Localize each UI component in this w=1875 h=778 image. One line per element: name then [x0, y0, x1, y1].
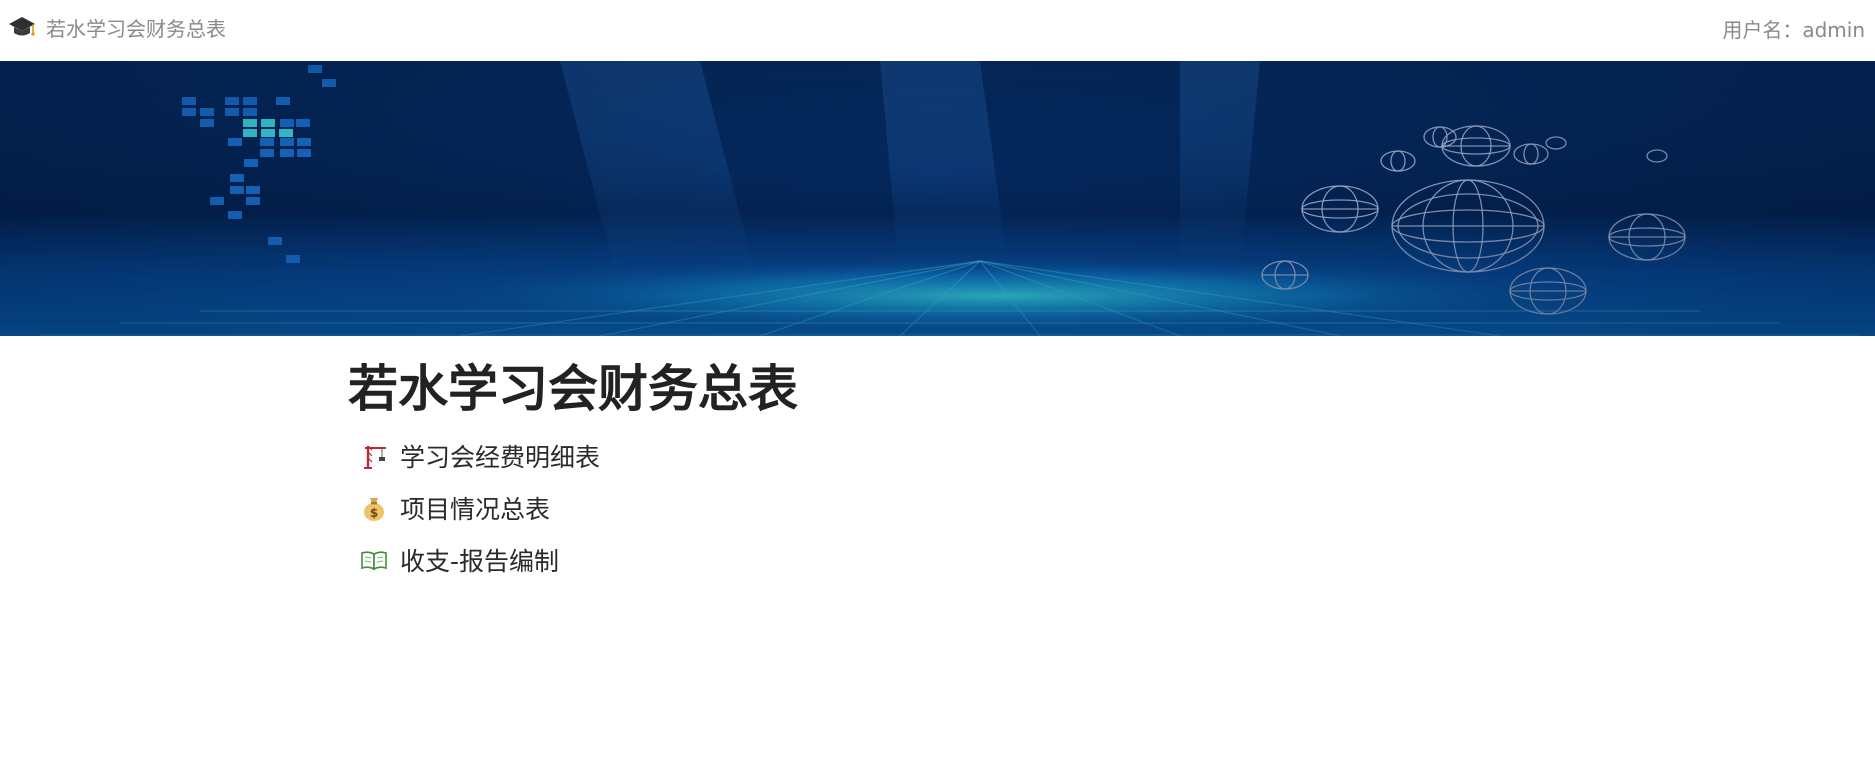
app-title: 若水学习会财务总表 [46, 16, 226, 41]
app-brand[interactable]: 若水学习会财务总表 [8, 12, 226, 42]
svg-text:$: $ [370, 506, 378, 520]
link-label: 项目情况总表 [400, 495, 551, 524]
user-name-label: 用户名：admin [1722, 18, 1865, 42]
link-list: 学习会经费明细表 $ 项目情况总表 收支-报告编制 [348, 430, 1348, 586]
top-bar: 若水学习会财务总表 用户名：admin [0, 0, 1875, 61]
page-title: 若水学习会财务总表 [348, 360, 798, 418]
list-item-project-summary[interactable]: $ 项目情况总表 [348, 482, 1348, 534]
link-label: 收支-报告编制 [400, 547, 560, 576]
list-item-expense-detail[interactable]: 学习会经费明细表 [348, 430, 1348, 482]
main-content: 若水学习会财务总表 学习会经费明细表 $ 项目情况总表 收支-报告编制 [348, 356, 1348, 586]
open-book-icon [360, 546, 388, 574]
hero-banner [0, 61, 1875, 336]
money-bag-icon: $ [360, 494, 388, 522]
link-label: 学习会经费明细表 [400, 443, 601, 472]
crane-icon [360, 442, 388, 470]
list-item-income-report[interactable]: 收支-报告编制 [348, 534, 1348, 586]
graduation-cap-icon [8, 13, 36, 41]
